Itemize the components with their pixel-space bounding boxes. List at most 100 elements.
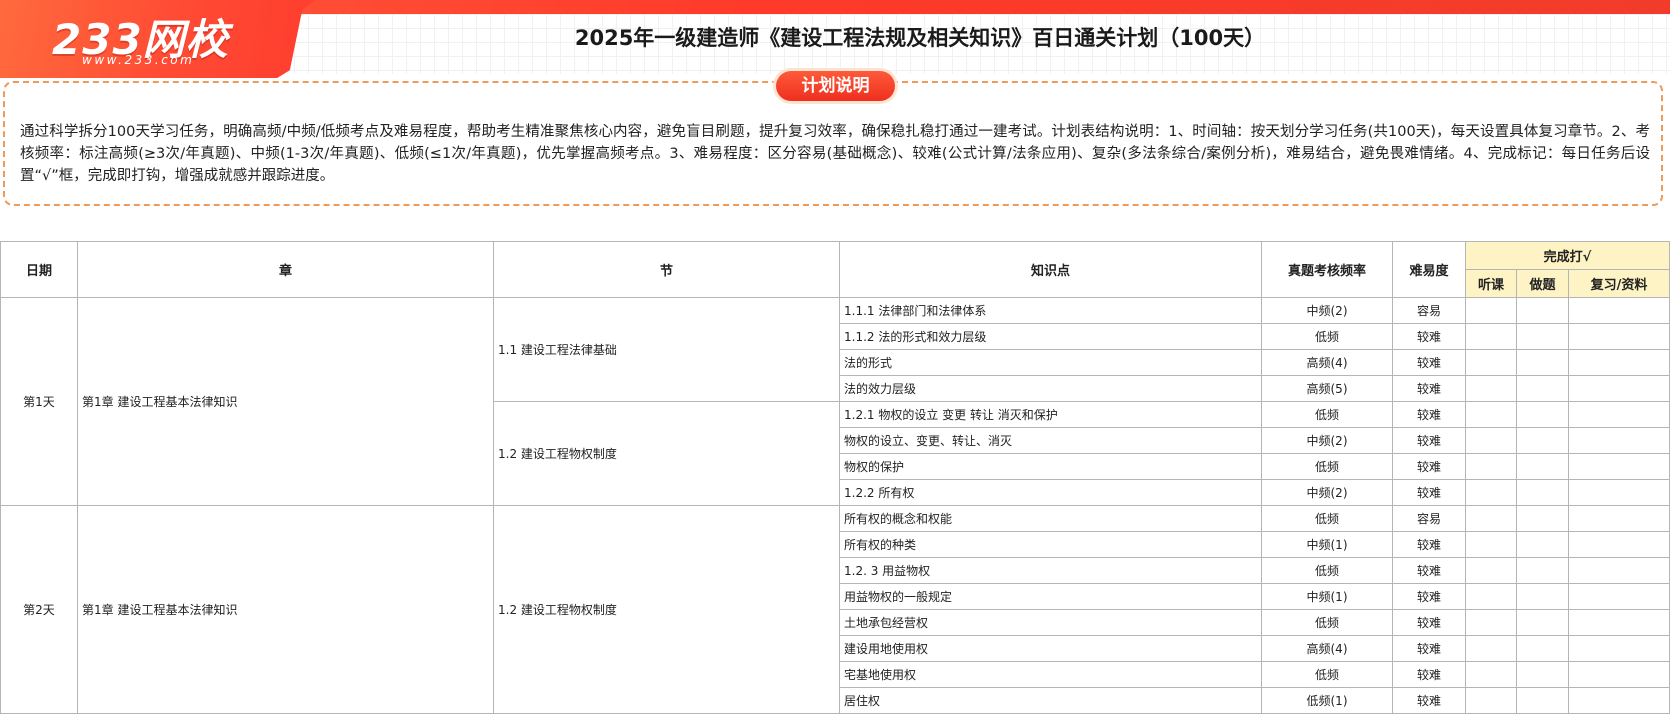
col-header-point: 知识点 [839,241,1262,298]
knowledge-point-cell: 1.2.1 物权的设立 变更 转让 消灭和保护 [839,401,1262,428]
knowledge-point-cell: 土地承包经营权 [839,609,1262,636]
study-plan-table: 日期 章 节 知识点 真题考核频率 难易度 完成打√ 听课 做题 复习/资料 第… [0,241,1670,714]
practice-checkbox-cell[interactable] [1516,687,1569,714]
chapter-cell: 第1章 建设工程基本法律知识 [77,505,494,714]
frequency-cell: 高频(4) [1261,635,1393,662]
difficulty-cell: 容易 [1392,505,1466,532]
review-checkbox-cell[interactable] [1568,401,1670,428]
col-header-chapter: 章 [77,241,494,298]
listen-checkbox-cell[interactable] [1465,349,1517,376]
review-checkbox-cell[interactable] [1568,661,1670,688]
frequency-cell: 低频 [1261,453,1393,480]
review-checkbox-cell[interactable] [1568,349,1670,376]
listen-checkbox-cell[interactable] [1465,505,1517,532]
knowledge-point-cell: 居住权 [839,687,1262,714]
listen-checkbox-cell[interactable] [1465,609,1517,636]
practice-checkbox-cell[interactable] [1516,635,1569,662]
review-checkbox-cell[interactable] [1568,635,1670,662]
listen-checkbox-cell[interactable] [1465,687,1517,714]
brand-url: www.233.com [82,53,195,67]
listen-checkbox-cell[interactable] [1465,557,1517,584]
review-checkbox-cell[interactable] [1568,505,1670,532]
review-checkbox-cell[interactable] [1568,427,1670,454]
difficulty-cell: 较难 [1392,375,1466,402]
frequency-cell: 低频 [1261,557,1393,584]
review-checkbox-cell[interactable] [1568,323,1670,350]
practice-checkbox-cell[interactable] [1516,401,1569,428]
knowledge-point-cell: 法的效力层级 [839,375,1262,402]
table-body: 第1天 第1章 建设工程基本法律知识 1.1 建设工程法律基础 1.1.1 法律部门和… [0,297,1670,714]
knowledge-point-cell: 物权的保护 [839,453,1262,480]
frequency-cell: 中频(2) [1261,427,1393,454]
difficulty-cell: 较难 [1392,661,1466,688]
review-checkbox-cell[interactable] [1568,687,1670,714]
table-header: 日期 章 节 知识点 真题考核频率 难易度 完成打√ 听课 做题 复习/资料 [0,241,1670,298]
listen-checkbox-cell[interactable] [1465,375,1517,402]
practice-checkbox-cell[interactable] [1516,505,1569,532]
review-checkbox-cell[interactable] [1568,557,1670,584]
listen-checkbox-cell[interactable] [1465,323,1517,350]
frequency-cell: 中频(1) [1261,583,1393,610]
section-cell: 1.2 建设工程物权制度 [493,505,840,714]
frequency-cell: 中频(2) [1261,479,1393,506]
listen-checkbox-cell[interactable] [1465,401,1517,428]
frequency-cell: 低频 [1261,401,1393,428]
practice-checkbox-cell[interactable] [1516,583,1569,610]
practice-checkbox-cell[interactable] [1516,479,1569,506]
review-checkbox-cell[interactable] [1568,583,1670,610]
review-checkbox-cell[interactable] [1568,609,1670,636]
knowledge-point-cell: 1.1.2 法的形式和效力层级 [839,323,1262,350]
difficulty-cell: 较难 [1392,323,1466,350]
difficulty-cell: 较难 [1392,349,1466,376]
listen-checkbox-cell[interactable] [1465,583,1517,610]
review-checkbox-cell[interactable] [1568,375,1670,402]
listen-checkbox-cell[interactable] [1465,479,1517,506]
col-header-date: 日期 [0,241,78,298]
listen-checkbox-cell[interactable] [1465,297,1517,324]
practice-checkbox-cell[interactable] [1516,297,1569,324]
plan-note-badge: 计划说明 [776,71,895,101]
col-header-section: 节 [493,241,840,298]
frequency-cell: 低频 [1261,505,1393,532]
page-title: 2025年一级建造师《建设工程法规及相关知识》百日通关计划（100天） [574,26,1266,50]
day-cell: 第1天 [0,297,78,506]
knowledge-point-cell: 1.1.1 法律部门和法律体系 [839,297,1262,324]
col-header-difficulty: 难易度 [1392,241,1466,298]
frequency-cell: 低频 [1261,609,1393,636]
practice-checkbox-cell[interactable] [1516,375,1569,402]
knowledge-point-cell: 法的形式 [839,349,1262,376]
practice-checkbox-cell[interactable] [1516,661,1569,688]
section-cell: 1.2 建设工程物权制度 [493,401,840,506]
practice-checkbox-cell[interactable] [1516,609,1569,636]
practice-checkbox-cell[interactable] [1516,453,1569,480]
practice-checkbox-cell[interactable] [1516,349,1569,376]
logo-tab[interactable]: 233网校 www.233.com [0,0,315,78]
difficulty-cell: 较难 [1392,583,1466,610]
frequency-cell: 中频(2) [1261,297,1393,324]
col-header-listen: 听课 [1465,269,1517,298]
day-cell: 第2天 [0,505,78,714]
frequency-cell: 中频(1) [1261,531,1393,558]
review-checkbox-cell[interactable] [1568,531,1670,558]
frequency-cell: 高频(5) [1261,375,1393,402]
listen-checkbox-cell[interactable] [1465,661,1517,688]
listen-checkbox-cell[interactable] [1465,635,1517,662]
listen-checkbox-cell[interactable] [1465,531,1517,558]
practice-checkbox-cell[interactable] [1516,531,1569,558]
listen-checkbox-cell[interactable] [1465,453,1517,480]
review-checkbox-cell[interactable] [1568,479,1670,506]
review-checkbox-cell[interactable] [1568,297,1670,324]
frequency-cell: 低频 [1261,323,1393,350]
difficulty-cell: 较难 [1392,479,1466,506]
review-checkbox-cell[interactable] [1568,453,1670,480]
listen-checkbox-cell[interactable] [1465,427,1517,454]
col-header-review: 复习/资料 [1568,269,1670,298]
practice-checkbox-cell[interactable] [1516,323,1569,350]
practice-checkbox-cell[interactable] [1516,557,1569,584]
difficulty-cell: 较难 [1392,609,1466,636]
knowledge-point-cell: 1.2. 3 用益物权 [839,557,1262,584]
difficulty-cell: 较难 [1392,531,1466,558]
plan-note-text: 通过科学拆分100天学习任务，明确高频/中频/低频考点及难易程度，帮助考生精准聚… [20,124,1650,184]
practice-checkbox-cell[interactable] [1516,427,1569,454]
knowledge-point-cell: 用益物权的一般规定 [839,583,1262,610]
